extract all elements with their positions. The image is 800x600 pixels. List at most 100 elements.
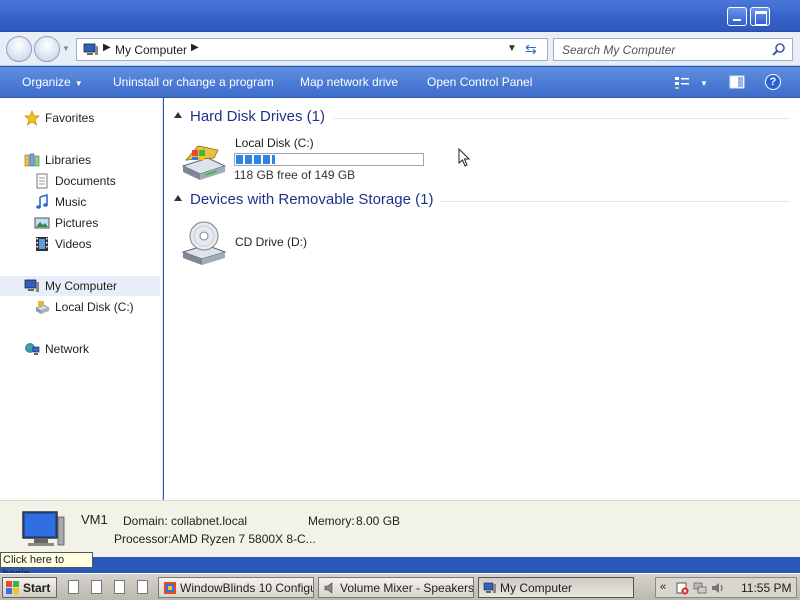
group-title: Hard Disk Drives (1) — [190, 108, 326, 125]
taskbar-item-windowblinds[interactable]: WindowBlinds 10 Configu... — [158, 577, 314, 598]
group-divider — [440, 201, 790, 202]
nav-label: Music — [55, 195, 87, 209]
nav-label: Libraries — [45, 153, 92, 167]
nav-item-music[interactable]: Music — [0, 192, 160, 212]
search-input[interactable]: Search My Computer — [553, 38, 793, 61]
nav-item-network[interactable]: Network — [0, 339, 160, 359]
videos-icon — [36, 237, 48, 251]
nav-label: Favorites — [45, 111, 95, 125]
nav-item-pictures[interactable]: Pictures — [0, 213, 160, 233]
nav-item-libraries[interactable]: Libraries — [0, 150, 160, 170]
navigation-pane: Favorites Libraries Documents Music Pict… — [0, 98, 163, 500]
group-header-removable-storage[interactable]: Devices with Removable Storage (1) — [174, 191, 790, 211]
details-pane: VM1 Domain: collabnet.local Memory: 8.00… — [0, 500, 800, 557]
taskbar-item-volume-mixer[interactable]: Volume Mixer - Speakers... — [318, 577, 474, 598]
processor-value: AMD Ryzen 7 5800X 8-C... — [171, 532, 316, 546]
task-label: Volume Mixer - Speakers... — [340, 581, 474, 595]
system-tray: « 11:55 PM — [655, 577, 797, 598]
documents-icon — [36, 173, 48, 189]
refresh-icon[interactable]: ⇆ — [525, 41, 537, 58]
nav-item-favorites[interactable]: Favorites — [0, 108, 160, 128]
search-icon[interactable] — [772, 42, 786, 56]
network-tray-icon[interactable] — [693, 581, 707, 595]
chevron-right-icon[interactable]: ▶ — [103, 42, 111, 53]
quick-launch-icon[interactable] — [114, 580, 125, 594]
computer-icon — [22, 511, 65, 546]
group-header-hard-disks[interactable]: Hard Disk Drives (1) — [174, 108, 790, 128]
taskbar-item-my-computer[interactable]: My Computer — [478, 577, 634, 598]
quick-launch-icon[interactable] — [137, 580, 148, 594]
chevron-right-icon[interactable]: ▶ — [191, 42, 199, 53]
drive-name: CD Drive (D:) — [235, 235, 307, 249]
pictures-icon — [34, 217, 50, 229]
nav-label: Videos — [55, 237, 92, 251]
map-network-drive-button[interactable]: Map network drive — [300, 75, 398, 89]
volume-icon[interactable] — [711, 581, 725, 595]
address-row: ▼ ▶ My Computer ▶ ▼ ⇆ Search My Computer — [0, 32, 800, 66]
command-bar: Organize ▼ Uninstall or change a program … — [0, 67, 800, 98]
music-icon — [36, 194, 48, 209]
collapse-arrow-icon[interactable] — [174, 112, 182, 118]
memory-value: 8.00 GB — [356, 514, 401, 528]
domain-value: collabnet.local — [171, 514, 248, 528]
nav-item-documents[interactable]: Documents — [0, 171, 160, 191]
recent-pages-dropdown[interactable]: ▼ — [62, 44, 70, 53]
start-tooltip: Click here to begin — [0, 552, 93, 580]
search-placeholder: Search My Computer — [562, 43, 676, 57]
quick-launch-icon[interactable] — [91, 580, 102, 594]
address-location: My Computer — [115, 43, 188, 57]
nav-item-videos[interactable]: Videos — [0, 234, 160, 254]
start-button[interactable]: Start — [2, 577, 57, 598]
computer-icon — [483, 582, 496, 593]
start-label: Start — [23, 581, 51, 595]
show-hidden-icons-button[interactable]: « — [660, 581, 666, 593]
nav-label: Documents — [55, 174, 116, 188]
computer-name: VM1 — [81, 512, 108, 527]
domain-label: Domain: — [123, 514, 168, 528]
change-view-icon[interactable] — [674, 75, 690, 90]
content-pane: Hard Disk Drives (1) Local Disk (C:) 118… — [164, 98, 800, 500]
forward-button[interactable] — [34, 36, 60, 62]
drive-usage-bar — [234, 153, 424, 166]
address-dropdown-icon[interactable]: ▼ — [507, 43, 517, 54]
security-alert-icon[interactable] — [675, 581, 689, 595]
group-divider — [334, 118, 790, 119]
drive-usage-fill — [236, 155, 276, 164]
view-options-dropdown[interactable]: ▼ — [700, 79, 708, 88]
uninstall-program-button[interactable]: Uninstall or change a program — [113, 75, 274, 89]
maximize-button[interactable] — [750, 7, 770, 26]
star-icon — [24, 110, 40, 126]
nav-label: Pictures — [55, 216, 99, 230]
computer-icon — [24, 279, 39, 292]
open-control-panel-button[interactable]: Open Control Panel — [427, 75, 532, 89]
chevron-down-icon: ▼ — [74, 79, 83, 88]
quick-launch-icon[interactable] — [68, 580, 79, 594]
windowblinds-icon — [164, 582, 176, 594]
collapse-arrow-icon[interactable] — [174, 195, 182, 201]
nav-item-local-disk[interactable]: Local Disk (C:) — [0, 297, 160, 317]
hard-drive-icon — [35, 301, 50, 314]
task-label: WindowBlinds 10 Configu... — [180, 581, 314, 595]
windows-logo-icon — [6, 581, 19, 594]
mouse-cursor-icon — [458, 148, 471, 167]
preview-pane-icon[interactable] — [729, 75, 745, 90]
clock[interactable]: 11:55 PM — [741, 581, 791, 595]
processor-label: Processor: — [114, 532, 172, 546]
drive-free-space: 118 GB free of 149 GB — [234, 168, 356, 182]
help-icon[interactable]: ? — [765, 74, 781, 90]
network-icon — [25, 343, 40, 355]
memory-label: Memory: — [308, 514, 355, 528]
nav-label: Local Disk (C:) — [55, 300, 134, 314]
taskbar: Start WindowBlinds 10 Configu... Volume … — [0, 573, 800, 600]
cd-drive-icon — [181, 221, 227, 265]
back-button[interactable] — [6, 36, 32, 62]
minimize-button[interactable] — [727, 7, 747, 26]
address-bar[interactable]: ▶ My Computer ▶ ▼ ⇆ — [76, 38, 548, 61]
group-title: Devices with Removable Storage (1) — [190, 191, 434, 208]
organize-button[interactable]: Organize ▼ — [22, 75, 83, 89]
nav-label: Network — [45, 342, 90, 356]
libraries-icon — [24, 153, 40, 167]
task-label: My Computer — [500, 581, 573, 595]
nav-item-my-computer[interactable]: My Computer — [0, 276, 160, 296]
title-bar — [0, 0, 800, 32]
